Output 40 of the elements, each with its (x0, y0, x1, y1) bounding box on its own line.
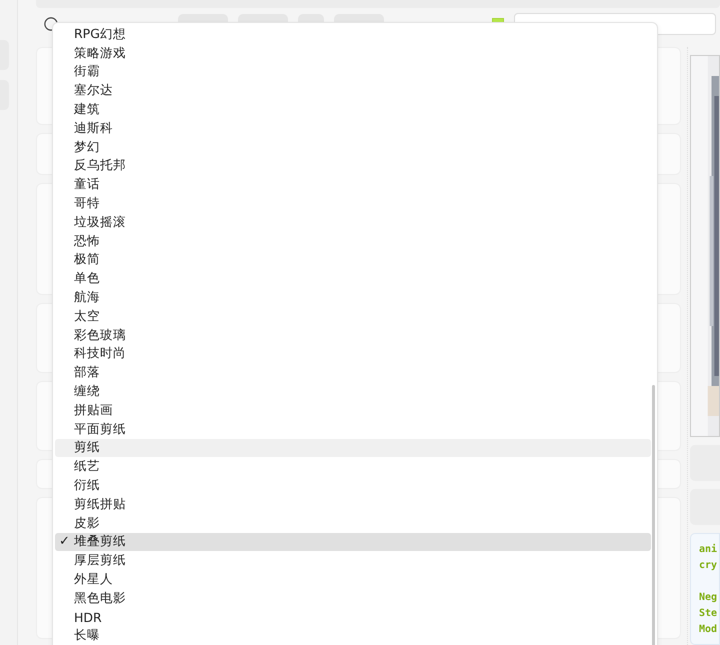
menu-item[interactable]: 拼贴画 (55, 400, 651, 420)
menu-item[interactable]: 童话 (55, 175, 651, 194)
menu-item[interactable]: 建筑 (55, 100, 651, 119)
menu-item[interactable]: 街霸 (55, 62, 651, 82)
scrollbar-thumb[interactable] (652, 385, 655, 645)
menu-item[interactable]: 哥特 (55, 194, 651, 213)
menu-item[interactable]: 科技时尚 (55, 344, 651, 364)
menu-item[interactable]: 反乌托邦 (55, 156, 651, 176)
menu-item[interactable]: 极简 (55, 250, 651, 270)
menu-item[interactable]: 纸艺 (55, 457, 651, 476)
check-mark: ✓ (59, 534, 70, 550)
menu-item[interactable]: 外星人 (55, 570, 651, 589)
menu-item[interactable]: 平面剪纸 (55, 420, 651, 439)
menu-item[interactable]: 剪纸 (55, 438, 651, 458)
menu-item[interactable]: 策略游戏 (55, 44, 651, 63)
menu-item[interactable]: 垃圾摇滚 (55, 212, 651, 232)
menu-item[interactable]: HDR (55, 608, 651, 626)
menu-item[interactable]: 衍纸 (55, 476, 651, 495)
menu-item[interactable]: 恐怖 (55, 232, 651, 251)
menu-item[interactable]: 梦幻 (55, 138, 651, 157)
menu-item[interactable]: 迪斯科 (55, 118, 651, 138)
menu-item[interactable]: 长曝 (55, 626, 651, 645)
menu-item[interactable]: 缠绕 (55, 382, 651, 401)
code-line: Neg (699, 591, 718, 605)
code-line: Mod (699, 623, 718, 637)
menu-item[interactable]: 太空 (55, 306, 651, 326)
menu-item[interactable]: 皮影 (55, 514, 651, 533)
menu-item[interactable]: 单色 (55, 269, 651, 288)
menu-item[interactable]: 航海 (55, 288, 651, 307)
code-line: cry (699, 559, 718, 573)
menu-item[interactable]: 剪纸拼贴 (55, 494, 651, 514)
menu-item[interactable]: 部落 (55, 363, 651, 382)
menu-item[interactable]: ✓ 堆叠剪纸 (55, 532, 651, 552)
code-line: ani (699, 542, 718, 557)
menu-item[interactable]: 塞尔达 (55, 81, 651, 100)
menu-item[interactable]: RPG幻想 (55, 25, 651, 44)
code-line: Ste (699, 607, 718, 621)
menu-item[interactable]: 厚层剪纸 (55, 551, 651, 570)
menu-item[interactable]: 彩色玻璃 (55, 326, 651, 345)
menu-item[interactable]: 黑色电影 (55, 588, 651, 608)
